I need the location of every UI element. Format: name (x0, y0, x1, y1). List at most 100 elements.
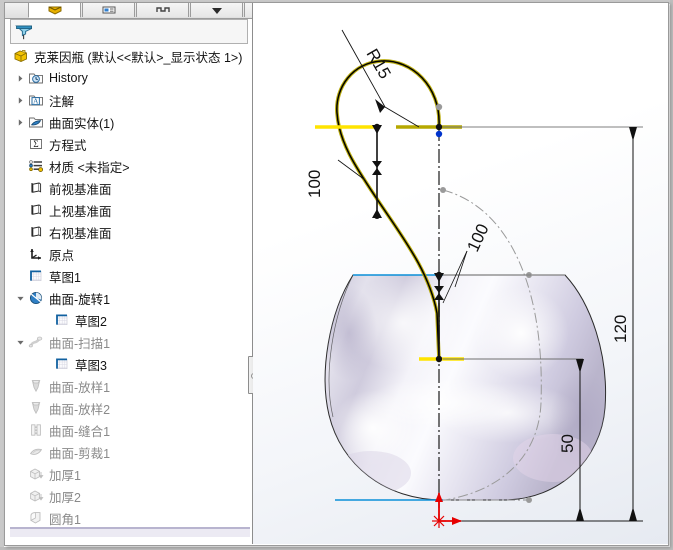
tree-twisty[interactable] (13, 294, 27, 303)
feature-tree[interactable]: 克莱因瓶 (默认<<默认>_显示状态 1>) History A 注解曲面实体(1)… (5, 45, 253, 532)
tree-item-11[interactable]: 曲面-旋转1 (5, 287, 253, 309)
filter-triangle-icon (211, 8, 222, 14)
tree-item-4[interactable]: Σ 方程式 (5, 133, 253, 155)
sketch-icon (56, 358, 68, 369)
tree-item-13[interactable]: 曲面-扫描1 (5, 331, 253, 353)
material-icon (27, 158, 45, 174)
tree-item-17[interactable]: 曲面-缝合1 (5, 419, 253, 441)
annotations-icon: A (29, 95, 43, 106)
tree-item-label: 曲面-缝合1 (49, 424, 111, 439)
surface-loft-icon (27, 400, 45, 416)
tree-item-7[interactable]: 上视基准面 (5, 199, 253, 221)
thicken-icon (27, 488, 45, 504)
tree-item-8[interactable]: 右视基准面 (5, 221, 253, 243)
tree-item-15[interactable]: 曲面-放样1 (5, 375, 253, 397)
sketch-point-grey[interactable] (435, 103, 443, 111)
surface-trim-icon (27, 444, 45, 460)
surface-trim-icon (29, 448, 43, 455)
manager-tab-strip (5, 3, 253, 19)
tree-item-9[interactable]: 原点 (5, 243, 253, 265)
tree-filter-bar[interactable] (10, 19, 248, 44)
tree-item-label: 原点 (49, 248, 75, 263)
sketch-icon (53, 356, 71, 372)
tree-item-label: 注解 (49, 94, 75, 109)
part-icon (14, 50, 27, 62)
origin-icon (30, 249, 41, 260)
tree-item-6[interactable]: 前视基准面 (5, 177, 253, 199)
tree-item-19[interactable]: 加厚1 (5, 463, 253, 485)
material-icon (29, 160, 44, 173)
vase-solid-body[interactable] (321, 274, 617, 501)
model-canvas: R15 100 100 120 50 (305, 29, 643, 528)
dimxpert-manager-tab[interactable] (190, 3, 243, 17)
plane-icon (27, 224, 45, 240)
tree-item-5[interactable]: 材质 <未指定> (5, 155, 253, 177)
tree-icon (48, 6, 61, 15)
tree-filter-input[interactable] (37, 20, 241, 43)
surface-loft-icon (31, 402, 41, 415)
tree-item-label: 草图1 (49, 270, 81, 285)
sketch-icon (53, 312, 71, 328)
tree-item-label: 圆角1 (49, 512, 81, 527)
tree-item-label: 加厚2 (49, 490, 81, 505)
property-icon (102, 6, 115, 14)
tree-item-label: 曲面-扫描1 (49, 336, 111, 351)
tree-item-18[interactable]: 曲面-剪裁1 (5, 441, 253, 463)
chevron-right-icon[interactable] (16, 74, 25, 83)
tree-item-label: 草图3 (75, 358, 107, 373)
history-folder-icon (29, 73, 43, 84)
tree-item-label: 右视基准面 (49, 226, 112, 241)
surface-knit-icon (27, 422, 45, 438)
feature-manager-panel: 克莱因瓶 (默认<<默认>_显示状态 1>) History A 注解曲面实体(1)… (5, 3, 253, 545)
tree-twisty[interactable] (13, 96, 27, 105)
sketch-icon (56, 314, 68, 325)
history-folder-icon (27, 70, 45, 86)
surface-loft-icon (31, 380, 41, 393)
radius-dimension[interactable]: R15 (341, 29, 420, 128)
tree-item-14[interactable]: 草图3 (5, 353, 253, 375)
tree-twisty[interactable] (13, 338, 27, 347)
tree-twisty[interactable] (13, 118, 27, 127)
fillet-icon (30, 512, 41, 524)
overall-height-dimension[interactable]: 120 (611, 127, 637, 521)
tree-item-21[interactable]: 圆角1 (5, 507, 253, 529)
tree-item-20[interactable]: 加厚2 (5, 485, 253, 507)
height-dimension-center-text: 100 (463, 221, 492, 255)
sketch-point-top-axis[interactable] (435, 123, 443, 131)
tree-item-2[interactable]: A 注解 (5, 89, 253, 111)
surface-knit-icon (31, 424, 41, 436)
tree-item-label: 加厚1 (49, 468, 81, 483)
plane-icon (31, 226, 42, 237)
plane-icon (27, 180, 45, 196)
surface-loft-icon (27, 378, 45, 394)
tree-item-label: 曲面实体(1) (49, 116, 115, 131)
tree-root-label: 克莱因瓶 (默认<<默认>_显示状态 1>) (34, 50, 243, 65)
thicken-icon (30, 490, 44, 502)
surface-sweep-icon (27, 334, 45, 350)
configuration-icon (155, 7, 170, 12)
tree-item-12[interactable]: 草图2 (5, 309, 253, 331)
chevron-right-icon[interactable] (16, 118, 25, 127)
equations-icon: Σ (27, 136, 45, 152)
chevron-down-icon[interactable] (16, 338, 25, 347)
chevron-down-icon[interactable] (16, 294, 25, 303)
configuration-manager-tab[interactable] (136, 3, 189, 17)
surface-bodies-icon (29, 117, 43, 128)
tree-item-1[interactable]: History (5, 67, 253, 89)
tree-row-list: History A 注解曲面实体(1) Σ 方程式 材质 <未指定> 前视基准面 上视基准面右… (5, 67, 253, 529)
svg-text:Σ: Σ (33, 139, 38, 149)
tree-twisty[interactable] (13, 74, 27, 83)
tree-item-10[interactable]: 草图1 (5, 265, 253, 287)
body-height-dimension-text: 50 (558, 434, 577, 453)
surface-sweep-icon (28, 336, 43, 348)
tree-item-3[interactable]: 曲面实体(1) (5, 111, 253, 133)
tree-item-16[interactable]: 曲面-放样2 (5, 397, 253, 419)
graphics-viewport[interactable]: R15 100 100 120 50 (253, 3, 668, 544)
tree-root-item[interactable]: 克莱因瓶 (默认<<默认>_显示状态 1>) (5, 45, 253, 67)
featuremanager-design-tree-tab[interactable] (28, 3, 81, 18)
tree-bottom-splitter[interactable] (10, 527, 250, 537)
property-manager-tab[interactable] (82, 3, 135, 17)
surface-bodies-icon (27, 114, 45, 130)
sketch-point-blue[interactable] (435, 130, 443, 138)
chevron-right-icon[interactable] (16, 96, 25, 105)
